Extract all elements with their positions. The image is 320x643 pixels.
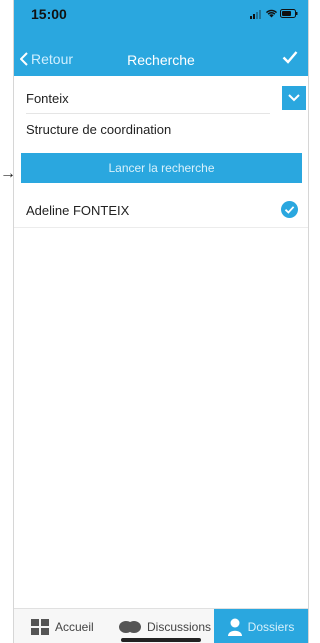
chat-bubbles-icon	[119, 620, 141, 633]
person-icon	[227, 618, 242, 636]
wifi-icon	[265, 9, 278, 18]
chevron-down-icon	[288, 94, 300, 102]
tab-label: Dossiers	[247, 619, 295, 634]
status-bar: 15:00	[14, 0, 308, 28]
page-title: Recherche	[127, 52, 195, 68]
tab-label: Discussions	[147, 619, 212, 634]
grid-icon	[31, 618, 49, 635]
search-field	[14, 84, 308, 114]
launch-search-button[interactable]: Lancer la recherche	[21, 153, 302, 183]
search-input[interactable]	[26, 84, 270, 114]
status-time: 15:00	[31, 6, 67, 22]
phone-screen: 15:00 Retour Recherche Fonteix Structure…	[13, 0, 309, 643]
dropdown-button[interactable]	[282, 86, 306, 110]
tab-dossiers[interactable]: Dossiers	[214, 609, 308, 643]
result-name: Adeline FONTEIX	[26, 203, 130, 218]
tab-label: Accueil	[55, 619, 94, 634]
result-row[interactable]: Adeline FONTEIX	[14, 193, 308, 228]
selected-check-icon	[281, 201, 298, 218]
home-indicator	[121, 638, 201, 642]
confirm-check-icon[interactable]	[282, 50, 298, 64]
tab-accueil[interactable]: Accueil	[31, 609, 94, 643]
nav-bar: Retour Recherche	[14, 44, 308, 74]
header: 15:00 Retour Recherche	[14, 0, 308, 76]
signal-icon	[250, 10, 261, 19]
battery-icon	[280, 9, 298, 18]
structure-select[interactable]: Structure de coordination	[26, 122, 296, 144]
